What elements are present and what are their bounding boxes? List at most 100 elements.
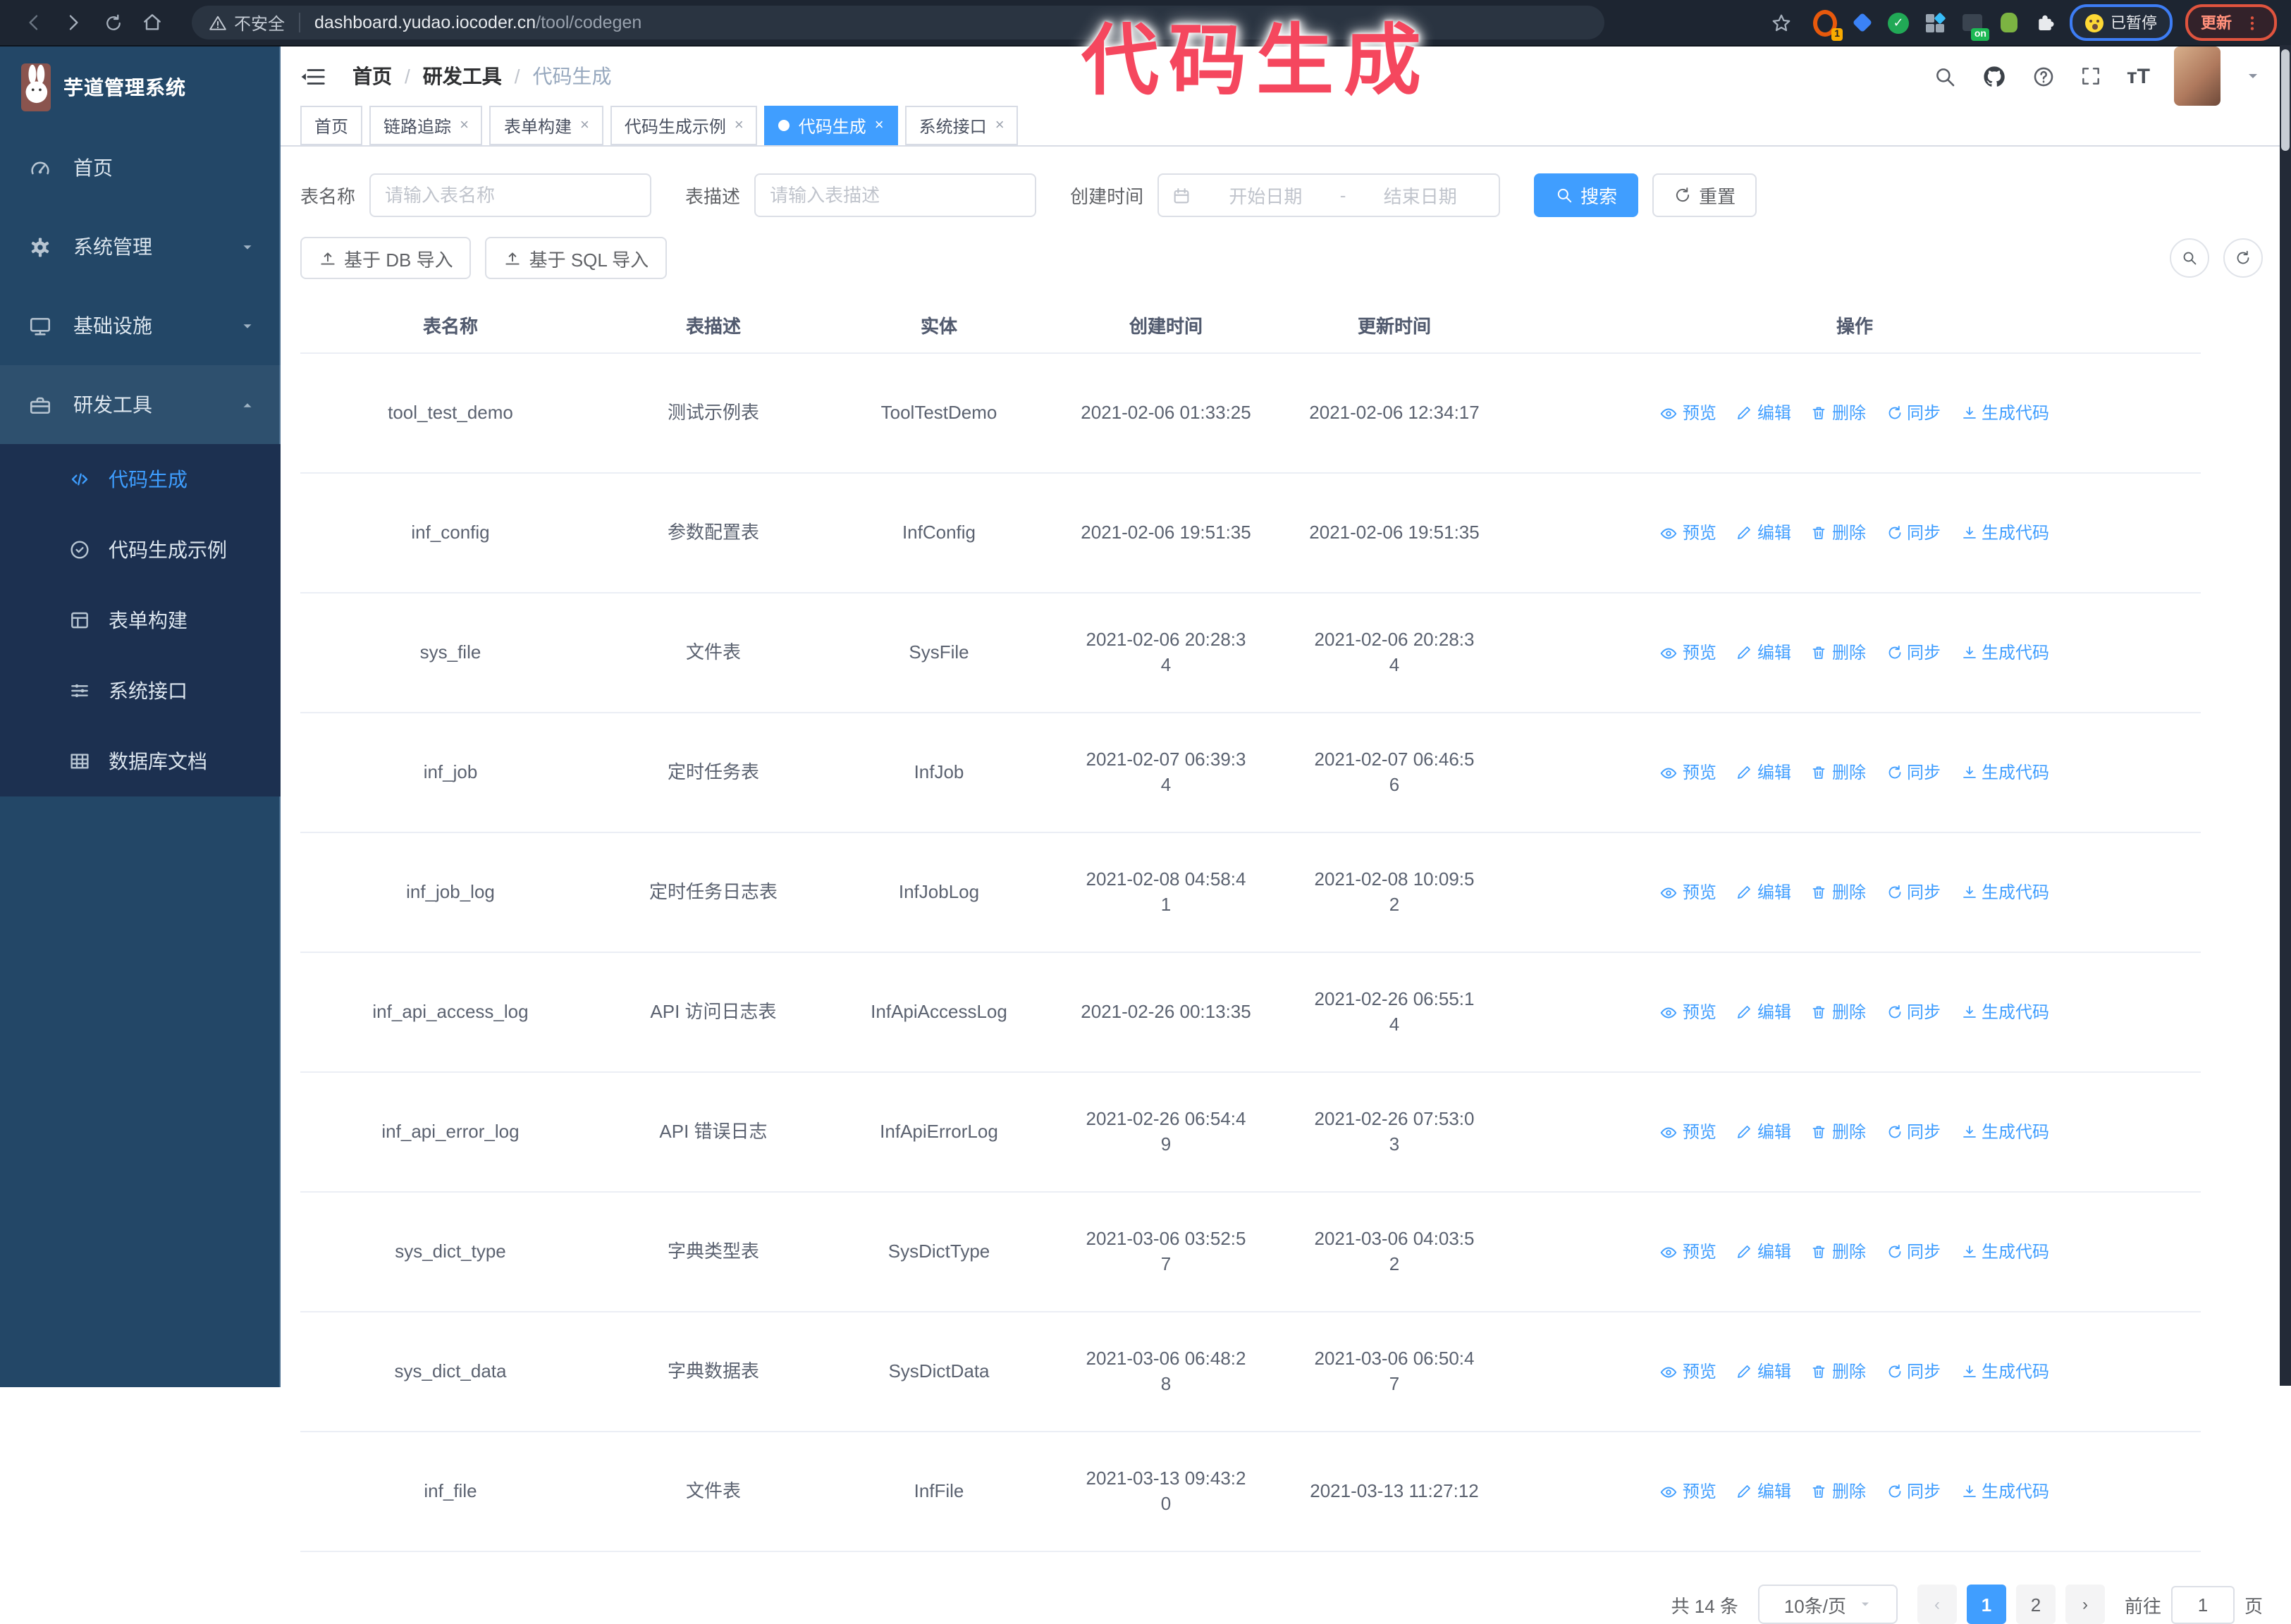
import-db-button[interactable]: 基于 DB 导入 [300,237,472,279]
fullscreen-icon[interactable] [2080,65,2103,87]
table-row[interactable]: inf_api_access_log API 访问日志表 InfApiAcces… [300,952,2201,1073]
paused-extension-chip[interactable]: 已暂停 [2070,4,2173,41]
tab-form-builder[interactable]: 表单构建 × [489,106,603,145]
breadcrumb-devtools[interactable]: 研发工具 [423,62,502,90]
table-name-input[interactable] [369,173,652,217]
table-row[interactable]: inf_job_log 定时任务日志表 InfJobLog 2021-02-08… [300,832,2201,953]
generate-code-link[interactable]: 生成代码 [1960,1119,2049,1145]
edit-link[interactable]: 编辑 [1736,640,1791,665]
close-icon[interactable]: × [460,117,469,134]
delete-link[interactable]: 删除 [1811,1359,1866,1384]
search-button[interactable]: 搜索 [1534,173,1639,217]
delete-link[interactable]: 删除 [1811,400,1866,426]
extension-icon-on[interactable]: on [1960,11,1989,40]
sidebar-item-codegen-example[interactable]: 代码生成示例 [0,515,281,585]
delete-link[interactable]: 删除 [1811,520,1866,546]
page-url[interactable]: dashboard.yudao.iocoder.cn/tool/codegen [314,13,641,32]
prev-page-button[interactable]: ‹ [1917,1585,1957,1624]
preview-link[interactable]: 预览 [1660,760,1716,785]
page-button-1[interactable]: 1 [1966,1585,2006,1624]
sync-link[interactable]: 同步 [1886,760,1941,785]
preview-link[interactable]: 预览 [1660,1239,1716,1265]
delete-link[interactable]: 删除 [1811,999,1866,1025]
preview-link[interactable]: 预览 [1660,520,1716,546]
import-sql-button[interactable]: 基于 SQL 导入 [485,237,668,279]
table-row[interactable]: inf_config 参数配置表 InfConfig 2021-02-06 19… [300,473,2201,593]
edit-link[interactable]: 编辑 [1736,880,1791,905]
sync-link[interactable]: 同步 [1886,1359,1941,1384]
sidebar-item-db-doc[interactable]: 数据库文档 [0,726,281,796]
extension-icon-orange[interactable]: 1 [1813,9,1843,40]
table-row[interactable]: sys_file 文件表 SysFile 2021-02-06 20:28:3 … [300,593,2201,713]
toggle-search-button[interactable] [2170,238,2209,278]
sync-link[interactable]: 同步 [1886,1239,1941,1265]
delete-link[interactable]: 删除 [1811,880,1866,905]
table-row[interactable]: sys_dict_type 字典类型表 SysDictType 2021-03-… [300,1192,2201,1312]
delete-link[interactable]: 删除 [1811,1239,1866,1265]
edit-link[interactable]: 编辑 [1736,400,1791,426]
edit-link[interactable]: 编辑 [1736,1479,1791,1504]
table-desc-input[interactable] [754,173,1037,217]
browser-forward-icon[interactable] [54,3,93,42]
generate-code-link[interactable]: 生成代码 [1960,760,2049,785]
table-row[interactable]: inf_job 定时任务表 InfJob 2021-02-07 06:39:3 … [300,713,2201,833]
sync-link[interactable]: 同步 [1886,640,1941,665]
avatar[interactable] [2174,47,2221,106]
end-date-placeholder[interactable]: 结束日期 [1354,182,1486,209]
generate-code-link[interactable]: 生成代码 [1960,520,2049,546]
generate-code-link[interactable]: 生成代码 [1960,1479,2049,1504]
edit-link[interactable]: 编辑 [1736,520,1791,546]
edit-link[interactable]: 编辑 [1736,999,1791,1025]
generate-code-link[interactable]: 生成代码 [1960,640,2049,665]
extensions-puzzle-icon[interactable] [2033,11,2057,35]
table-row[interactable]: inf_api_error_log API 错误日志 InfApiErrorLo… [300,1072,2201,1193]
bookmark-star-icon[interactable] [1761,3,1800,42]
table-row[interactable]: sys_dict_data 字典数据表 SysDictData 2021-03-… [300,1312,2201,1432]
sync-link[interactable]: 同步 [1886,880,1941,905]
sidebar-item-devtools[interactable]: 研发工具 [0,365,281,444]
preview-link[interactable]: 预览 [1660,1479,1716,1504]
sidebar-item-form-builder[interactable]: 表单构建 [0,585,281,656]
close-icon[interactable]: × [580,117,589,134]
generate-code-link[interactable]: 生成代码 [1960,1239,2049,1265]
sidebar-item-home[interactable]: 首页 [0,128,281,207]
table-row[interactable]: tool_test_demo 测试示例表 ToolTestDemo 2021-0… [300,353,2201,474]
start-date-placeholder[interactable]: 开始日期 [1200,182,1332,209]
breadcrumb-home[interactable]: 首页 [352,62,392,90]
extension-icon-grid[interactable] [1923,11,1947,35]
refresh-table-button[interactable] [2223,238,2263,278]
close-icon[interactable]: × [735,117,744,134]
browser-home-icon[interactable] [133,3,172,42]
preview-link[interactable]: 预览 [1660,640,1716,665]
sidebar-item-system-api[interactable]: 系统接口 [0,656,281,726]
extension-icon-check[interactable]: ✓ [1886,11,1910,35]
browser-update-button[interactable]: 更新 [2185,4,2277,41]
generate-code-link[interactable]: 生成代码 [1960,880,2049,905]
sidebar-item-codegen[interactable]: 代码生成 [0,444,281,515]
tab-codegen-example[interactable]: 代码生成示例 × [610,106,758,145]
date-range-picker[interactable]: 开始日期 - 结束日期 [1157,173,1501,217]
edit-link[interactable]: 编辑 [1736,1359,1791,1384]
tab-home[interactable]: 首页 [300,106,363,145]
extension-icon-gem[interactable] [1850,11,1874,35]
delete-link[interactable]: 删除 [1811,640,1866,665]
tab-tracing[interactable]: 链路追踪 × [369,106,483,145]
browser-menu-dots-icon[interactable] [2243,13,2261,32]
sync-link[interactable]: 同步 [1886,999,1941,1025]
delete-link[interactable]: 删除 [1811,1119,1866,1145]
goto-page-input[interactable] [2170,1585,2235,1623]
sync-link[interactable]: 同步 [1886,520,1941,546]
preview-link[interactable]: 预览 [1660,1359,1716,1384]
preview-link[interactable]: 预览 [1660,999,1716,1025]
edit-link[interactable]: 编辑 [1736,1239,1791,1265]
delete-link[interactable]: 删除 [1811,1479,1866,1504]
sidebar-item-infra[interactable]: 基础设施 [0,286,281,365]
sync-link[interactable]: 同步 [1886,1479,1941,1504]
next-page-button[interactable]: › [2065,1585,2105,1624]
help-icon[interactable] [2032,64,2056,88]
scrollbar-thumb[interactable] [2281,49,2290,151]
github-icon[interactable] [1982,63,2008,90]
tab-system-api[interactable]: 系统接口 × [904,106,1019,145]
generate-code-link[interactable]: 生成代码 [1960,999,2049,1025]
preview-link[interactable]: 预览 [1660,400,1716,426]
